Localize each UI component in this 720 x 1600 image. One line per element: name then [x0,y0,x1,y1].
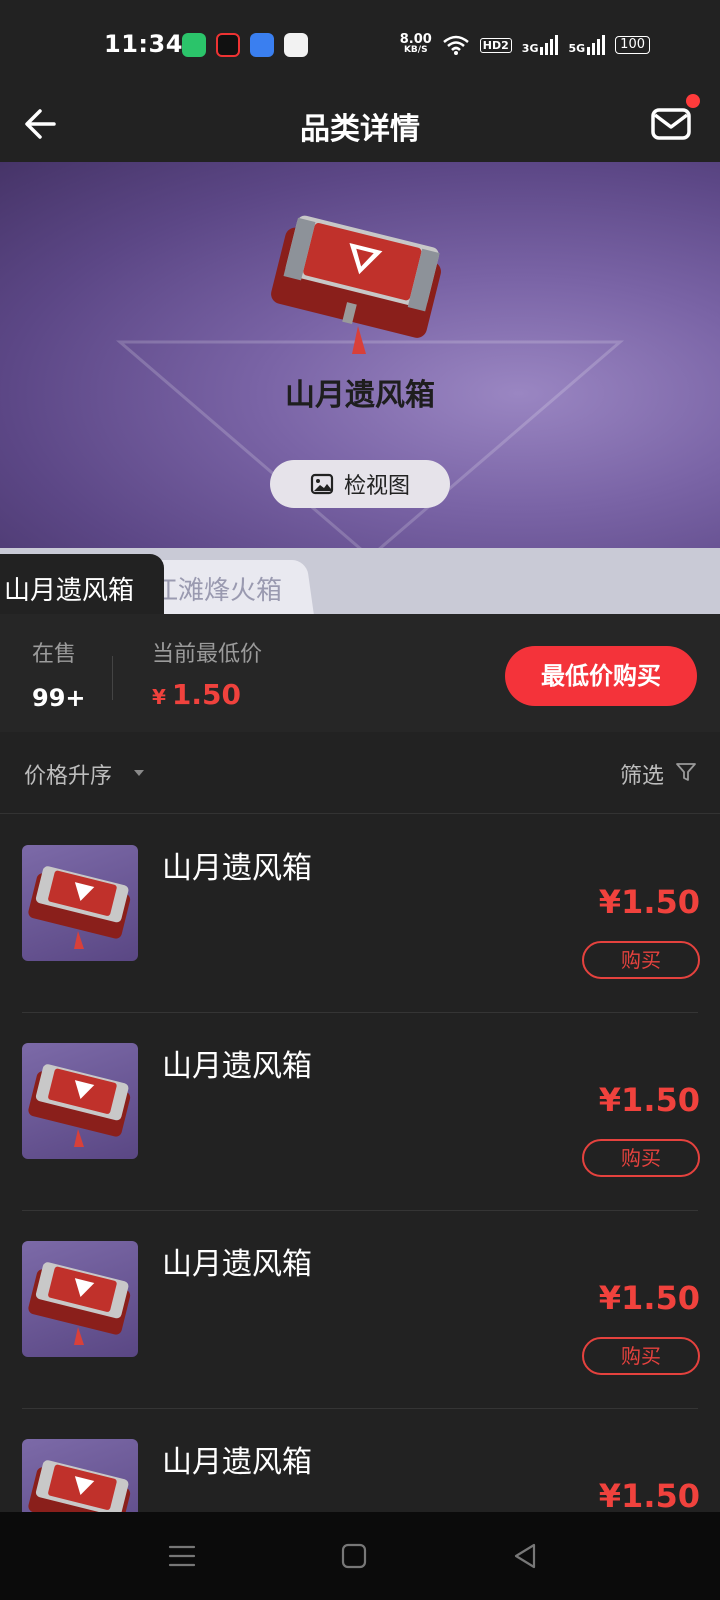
mail-button[interactable] [648,100,694,146]
wifi-icon [442,35,469,55]
messages-app-icon [182,33,206,57]
item-thumbnail [22,1043,138,1159]
item-price: ¥1.50 [598,883,700,921]
filter-icon[interactable] [674,760,698,784]
summary-divider [112,656,113,700]
item-price: ¥1.50 [598,1279,700,1317]
cloud-app-icon [250,33,274,57]
item-thumbnail [22,845,138,961]
back-icon[interactable] [510,1540,542,1572]
item-price: ¥1.50 [598,1477,700,1512]
status-time: 11:34 [104,30,183,58]
status-indicators: 8.00 KB/S HD2 3G 5G 100 [400,30,650,60]
battery-indicator: 100 [615,36,650,54]
listing-list: 山月遗风箱 ¥1.50 购买 山月遗风箱 ¥1.50 购买 山月遗风箱 ¥1.5… [0,815,720,1512]
sort-dropdown[interactable]: 价格升序 [24,758,112,790]
item-name: 山月遗风箱 [162,1445,312,1480]
inspect-view-label: 检视图 [343,474,410,499]
hero-background-shape [115,340,625,548]
net-speed: 8.00 KB/S [399,32,432,55]
hero-item-name: 山月遗风箱 [285,378,435,413]
crate-tabs: 江滩烽火箱 山月遗风箱 [0,548,720,614]
tab-jiangtan-label[interactable]: 江滩烽火箱 [152,570,282,607]
item-thumbnail [22,1439,138,1512]
buy-button[interactable]: 购买 [582,941,700,979]
item-name: 山月遗风箱 [162,1049,312,1084]
item-name: 山月遗风箱 [162,1247,312,1282]
signal-3g: 3G [522,35,559,55]
item-name: 山月遗风箱 [162,851,312,886]
item-price: ¥1.50 [598,1081,700,1119]
tab-shanyue-label: 山月遗风箱 [4,576,135,606]
list-item[interactable]: 山月遗风箱 ¥1.50 购买 [0,815,720,1013]
lowest-price: ¥1.50 [152,678,242,711]
buy-lowest-button[interactable]: 最低价购买 [505,646,697,706]
signal-5g: 5G [568,35,606,55]
sort-filter-bar: 价格升序 筛选 [0,732,720,814]
tab-shanyue-crate[interactable]: 山月遗风箱 [0,554,164,614]
caret-down-icon[interactable] [134,770,144,776]
list-item[interactable]: 山月遗风箱 ¥1.50 购买 [0,1211,720,1409]
lowest-price-label: 当前最低价 [152,642,263,667]
item-hero: 山月遗风箱 检视图 [0,162,720,548]
inspect-view-button[interactable]: 检视图 [270,460,450,508]
market-summary: 在售 99+ 当前最低价 ¥1.50 最低价购买 [0,614,720,732]
app-header: 品类详情 [0,86,720,162]
mail-icon [651,108,691,140]
status-bar: 11:34 8.00 KB/S HD2 3G 5G 100 [0,0,720,86]
system-nav-bar [0,1512,720,1600]
menu-icon[interactable] [166,1540,198,1572]
crate-image [271,215,441,354]
buy-button[interactable]: 购买 [582,1337,700,1375]
buy-button[interactable]: 购买 [582,1139,700,1177]
image-icon [310,473,334,495]
weather-app-icon [284,33,308,57]
filter-button[interactable]: 筛选 [620,758,664,790]
notification-dot [686,94,700,108]
page-title: 品类详情 [300,112,420,147]
on-sale-label: 在售 [32,642,77,667]
hd-badge: HD2 [479,37,512,53]
on-sale-count: 99+ [32,684,86,712]
home-icon[interactable] [338,1540,370,1572]
list-item[interactable]: 山月遗风箱 ¥1.50 购买 [0,1013,720,1211]
video-app-icon [216,33,240,57]
item-thumbnail [22,1241,138,1357]
list-item[interactable]: 山月遗风箱 ¥1.50 购买 [0,1409,720,1512]
